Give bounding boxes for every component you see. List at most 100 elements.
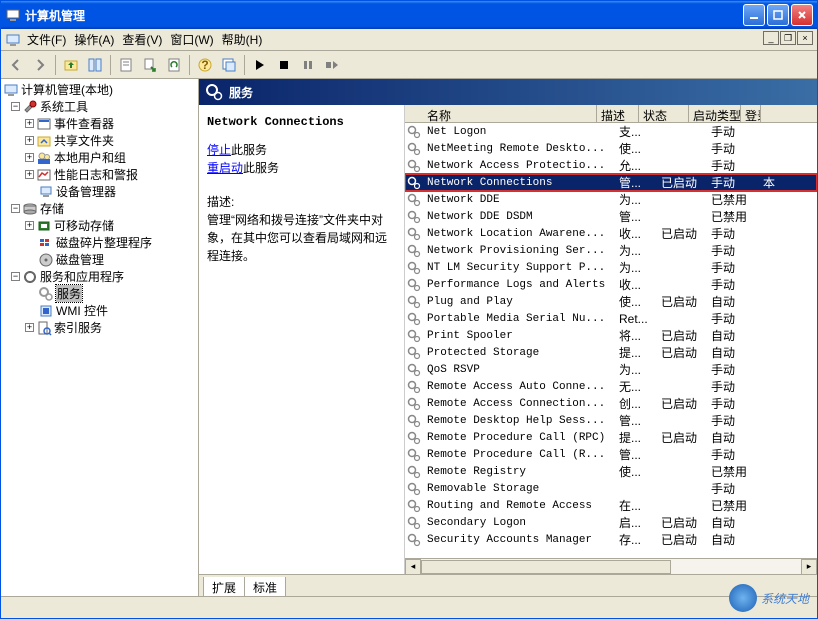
col-name[interactable]: 名称 xyxy=(405,105,597,122)
service-row[interactable]: Net Logon支...手动 xyxy=(405,123,817,140)
service-row[interactable]: Remote Procedure Call (R...管...手动 xyxy=(405,446,817,463)
scroll-track[interactable] xyxy=(421,559,801,575)
properties-button[interactable] xyxy=(115,54,137,76)
mdi-restore-button[interactable]: ❐ xyxy=(780,31,796,45)
cell-name: Net Logon xyxy=(423,126,615,138)
collapse-icon[interactable]: − xyxy=(11,272,20,281)
expand-icon[interactable]: + xyxy=(25,170,34,179)
col-desc[interactable]: 描述 xyxy=(597,105,639,122)
collapse-icon[interactable]: − xyxy=(11,204,20,213)
pause-service-button[interactable] xyxy=(297,54,319,76)
maximize-button[interactable] xyxy=(767,4,789,26)
col-status[interactable]: 状态 xyxy=(639,105,689,122)
service-row[interactable]: Remote Desktop Help Sess...管...手动 xyxy=(405,412,817,429)
menu-file[interactable]: 文件(F) xyxy=(27,31,66,48)
new-window-button[interactable] xyxy=(218,54,240,76)
tree-local-users[interactable]: + 本地用户和组 xyxy=(3,149,196,166)
scroll-right-button[interactable]: ▸ xyxy=(801,559,817,575)
cell-desc: 管... xyxy=(615,446,657,463)
expand-icon[interactable]: + xyxy=(25,221,34,230)
service-row[interactable]: Removable Storage手动 xyxy=(405,480,817,497)
tree-removable[interactable]: + 可移动存储 xyxy=(3,217,196,234)
service-row[interactable]: Remote Access Auto Conne...无...手动 xyxy=(405,378,817,395)
tree-event-viewer[interactable]: + 事件查看器 xyxy=(3,115,196,132)
service-row[interactable]: Network DDE DSDM管...已禁用 xyxy=(405,208,817,225)
menu-action[interactable]: 操作(A) xyxy=(74,31,114,48)
mdi-system-icon[interactable] xyxy=(5,32,21,48)
tree-indexing[interactable]: + 索引服务 xyxy=(3,319,196,336)
service-list[interactable]: 名称 描述 状态 启动类型 登录为 Net Logon支...手动NetMeet… xyxy=(405,105,817,574)
expand-icon[interactable]: + xyxy=(25,323,34,332)
service-row[interactable]: Network Connections管...已启动手动本 xyxy=(405,174,817,191)
stop-service-button[interactable] xyxy=(273,54,295,76)
service-row[interactable]: Performance Logs and Alerts收...手动 xyxy=(405,276,817,293)
service-row[interactable]: Network DDE为...已禁用 xyxy=(405,191,817,208)
restart-service-button[interactable] xyxy=(321,54,343,76)
scroll-thumb[interactable] xyxy=(421,560,671,574)
tree-root[interactable]: 计算机管理(本地) xyxy=(3,81,196,98)
cell-startup: 已禁用 xyxy=(707,497,759,514)
horizontal-scrollbar[interactable]: ◂ ▸ xyxy=(405,558,817,574)
service-row[interactable]: NT LM Security Support P...为...手动 xyxy=(405,259,817,276)
col-logon[interactable]: 登录为 xyxy=(741,105,761,122)
menu-view[interactable]: 查看(V) xyxy=(122,31,162,48)
tree-wmi[interactable]: WMI 控件 xyxy=(3,302,196,319)
service-row[interactable]: Network Location Awarene...收...已启动手动 xyxy=(405,225,817,242)
service-row[interactable]: Protected Storage提...已启动自动 xyxy=(405,344,817,361)
close-button[interactable] xyxy=(791,4,813,26)
gear-icon xyxy=(405,244,423,258)
menu-window[interactable]: 窗口(W) xyxy=(170,31,213,48)
expand-icon[interactable]: + xyxy=(25,119,34,128)
tree-storage[interactable]: − 存储 xyxy=(3,200,196,217)
col-startup[interactable]: 启动类型 xyxy=(689,105,741,122)
back-button[interactable] xyxy=(5,54,27,76)
stop-service-link[interactable]: 停止 xyxy=(207,143,231,157)
service-row[interactable]: Remote Access Connection...创...已启动手动 xyxy=(405,395,817,412)
scroll-left-button[interactable]: ◂ xyxy=(405,559,421,575)
service-row[interactable]: Network Access Protectio...允...手动 xyxy=(405,157,817,174)
service-row[interactable]: Secondary Logon启...已启动自动 xyxy=(405,514,817,531)
service-row[interactable]: QoS RSVP为...手动 xyxy=(405,361,817,378)
tree-panel[interactable]: 计算机管理(本地) − 系统工具 + 事件查看器 + 共享文件夹 xyxy=(1,79,199,596)
gear-icon xyxy=(405,159,423,173)
service-row[interactable]: Routing and Remote Access在...已禁用 xyxy=(405,497,817,514)
cell-startup: 自动 xyxy=(707,531,759,548)
tree-services[interactable]: 服务 xyxy=(3,285,196,302)
tree-perf-logs[interactable]: + 性能日志和警报 xyxy=(3,166,196,183)
start-service-button[interactable] xyxy=(249,54,271,76)
titlebar[interactable]: 计算机管理 xyxy=(1,1,817,29)
service-row[interactable]: Remote Procedure Call (RPC)提...已启动自动 xyxy=(405,429,817,446)
service-row[interactable]: Print Spooler将...已启动自动 xyxy=(405,327,817,344)
forward-button[interactable] xyxy=(29,54,51,76)
expand-icon[interactable]: + xyxy=(25,153,34,162)
minimize-button[interactable] xyxy=(743,4,765,26)
refresh-button[interactable] xyxy=(163,54,185,76)
gear-icon xyxy=(405,363,423,377)
service-row[interactable]: Network Provisioning Ser...为...手动 xyxy=(405,242,817,259)
service-row[interactable]: NetMeeting Remote Deskto...使...手动 xyxy=(405,140,817,157)
service-row[interactable]: Remote Registry使...已禁用 xyxy=(405,463,817,480)
show-hide-button[interactable] xyxy=(84,54,106,76)
restart-service-link[interactable]: 重启动 xyxy=(207,161,243,175)
help-button[interactable]: ? xyxy=(194,54,216,76)
menu-help[interactable]: 帮助(H) xyxy=(222,31,263,48)
service-row[interactable]: Portable Media Serial Nu...Ret...手动 xyxy=(405,310,817,327)
expand-icon[interactable]: + xyxy=(25,136,34,145)
collapse-icon[interactable]: − xyxy=(11,102,20,111)
tree-device-manager[interactable]: 设备管理器 xyxy=(3,183,196,200)
tree-shared-folders[interactable]: + 共享文件夹 xyxy=(3,132,196,149)
tree-defrag[interactable]: 磁盘碎片整理程序 xyxy=(3,234,196,251)
service-row[interactable]: Plug and Play使...已启动自动 xyxy=(405,293,817,310)
service-row[interactable]: Security Accounts Manager存...已启动自动 xyxy=(405,531,817,548)
mdi-close-button[interactable]: × xyxy=(797,31,813,45)
tree-disk-mgmt[interactable]: 磁盘管理 xyxy=(3,251,196,268)
export-button[interactable] xyxy=(139,54,161,76)
gear-icon xyxy=(405,397,423,411)
cell-desc: 使... xyxy=(615,140,657,157)
cell-startup: 手动 xyxy=(707,446,759,463)
tree-system-tools[interactable]: − 系统工具 xyxy=(3,98,196,115)
up-button[interactable] xyxy=(60,54,82,76)
mdi-minimize-button[interactable]: _ xyxy=(763,31,779,45)
tree-services-apps[interactable]: − 服务和应用程序 xyxy=(3,268,196,285)
cell-name: Protected Storage xyxy=(423,347,615,359)
